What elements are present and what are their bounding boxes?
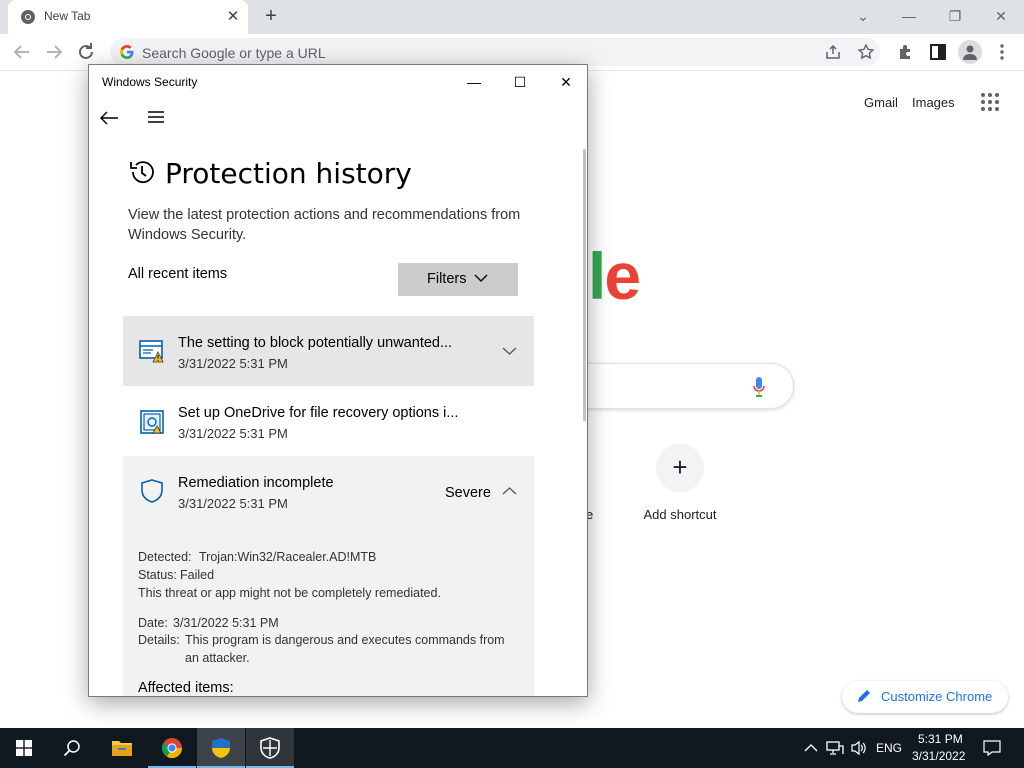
clock-date[interactable]: 3/31/2022 (912, 749, 965, 763)
history-item-pua-setting[interactable]: The setting to block potentially unwante… (123, 316, 534, 386)
language-indicator[interactable]: ENG (876, 741, 902, 755)
history-item-remediation[interactable]: Remediation incomplete 3/31/2022 5:31 PM… (123, 456, 534, 696)
clock-time[interactable]: 5:31 PM (918, 732, 963, 746)
add-shortcut-button[interactable]: + (656, 444, 704, 492)
volume-icon[interactable] (850, 740, 868, 756)
browser-restore-button[interactable]: ❐ (932, 0, 978, 32)
extensions-puzzle-icon[interactable] (894, 40, 918, 64)
google-apps-grid-icon[interactable] (980, 92, 1000, 112)
tab-search-dropdown-icon[interactable]: ⌄ (840, 0, 886, 32)
google-logo-letter-e: e (604, 239, 641, 313)
status-label: Status: (138, 568, 177, 582)
reload-icon[interactable] (74, 40, 98, 64)
ws-maximize-button[interactable]: ☐ (497, 65, 543, 99)
share-icon[interactable] (824, 43, 842, 61)
taskbar-uac-shield[interactable] (197, 728, 245, 768)
details-text-line2: an attacker. (185, 651, 250, 665)
item-title: Remediation incomplete (178, 475, 334, 491)
bookmark-star-icon[interactable] (857, 43, 875, 61)
hamburger-menu-icon[interactable] (147, 109, 165, 125)
taskbar-chrome[interactable] (148, 728, 196, 768)
ransomware-protection-icon (140, 410, 164, 434)
affected-items-label: Affected items: (138, 680, 234, 696)
chrome-favicon-icon (21, 10, 35, 24)
browser-tab[interactable]: New Tab ✕ (8, 0, 248, 34)
date-value: 3/31/2022 5:31 PM (173, 616, 279, 630)
app-browser-warning-icon (139, 340, 164, 363)
item-date: 3/31/2022 5:31 PM (178, 496, 288, 511)
tab-close-icon[interactable]: ✕ (224, 8, 242, 26)
tray-chevron-up-icon[interactable] (804, 742, 818, 754)
filters-label: Filters (427, 271, 467, 287)
uac-shield-icon (212, 738, 230, 758)
customize-chrome-label: Customize Chrome (881, 689, 993, 704)
tab-title: New Tab (44, 9, 91, 23)
chrome-icon (161, 738, 183, 759)
person-icon (963, 45, 977, 60)
item-date: 3/31/2022 5:31 PM (178, 426, 288, 441)
images-link[interactable]: Images (912, 95, 955, 110)
add-shortcut-label[interactable]: Add shortcut (630, 507, 730, 522)
google-logo-fragment: le (588, 238, 641, 314)
remediation-note: This threat or app might not be complete… (138, 586, 441, 600)
browser-minimize-button[interactable]: — (886, 0, 932, 32)
taskbar-windows-security[interactable] (246, 728, 294, 768)
item-title: The setting to block potentially unwante… (178, 335, 453, 351)
back-arrow-icon[interactable] (97, 105, 121, 131)
address-bar-placeholder: Search Google or type a URL (142, 45, 326, 61)
shield-icon (141, 479, 163, 503)
windows-taskbar: ENG 5:31 PM 3/31/2022 (0, 728, 1024, 768)
taskbar-search-button[interactable] (48, 728, 96, 768)
gmail-link[interactable]: Gmail (864, 95, 898, 110)
status-value: Failed (180, 568, 215, 582)
chevron-down-icon[interactable] (502, 346, 517, 356)
date-label: Date: (138, 616, 168, 630)
detected-label: Detected: (138, 550, 192, 564)
windows-logo-icon (16, 740, 32, 756)
windows-security-shield-icon (260, 737, 280, 759)
side-panel-icon[interactable] (926, 40, 950, 64)
item-title: Set up OneDrive for file recovery option… (178, 405, 459, 421)
chrome-menu-icon[interactable] (990, 40, 1014, 64)
page-description: View the latest protection actions and r… (128, 207, 521, 243)
page-title: Protection history (165, 157, 412, 190)
windows-security-window: Windows Security — ☐ ✕ Protection histor… (88, 64, 588, 697)
item-date: 3/31/2022 5:31 PM (178, 356, 288, 371)
scrollbar[interactable] (583, 149, 586, 421)
detected-value: Trojan:Win32/Racealer.AD!MTB (199, 550, 377, 564)
ws-minimize-button[interactable]: — (451, 65, 497, 99)
google-search-box[interactable] (560, 363, 794, 409)
pencil-icon (858, 690, 870, 702)
customize-chrome-button[interactable]: Customize Chrome (842, 681, 1008, 713)
forward-arrow-icon[interactable] (42, 40, 66, 64)
history-item-onedrive[interactable]: Set up OneDrive for file recovery option… (123, 386, 534, 456)
taskbar-file-explorer[interactable] (98, 728, 146, 768)
voice-search-mic-icon[interactable] (752, 376, 766, 398)
details-text-line1: This program is dangerous and executes c… (185, 633, 505, 647)
new-tab-button[interactable]: + (260, 5, 282, 27)
history-clock-icon (130, 161, 154, 184)
notification-center-icon[interactable] (983, 740, 1001, 756)
start-button[interactable] (0, 728, 48, 768)
chevron-up-icon[interactable] (502, 486, 517, 496)
address-bar[interactable]: Search Google or type a URL (110, 38, 880, 66)
filters-button[interactable]: Filters (398, 263, 518, 296)
window-title: Windows Security (102, 75, 198, 89)
google-g-icon (120, 45, 134, 59)
ws-close-button[interactable]: ✕ (543, 65, 587, 99)
profile-avatar[interactable] (958, 40, 982, 64)
browser-tab-strip: New Tab ✕ + ⌄ — ❐ ✕ (0, 0, 1024, 34)
search-icon (63, 740, 80, 757)
google-logo-letter-l: l (588, 239, 606, 313)
back-arrow-icon[interactable] (10, 40, 34, 64)
folder-icon (112, 741, 132, 756)
browser-close-button[interactable]: ✕ (978, 0, 1024, 32)
network-icon[interactable] (826, 740, 844, 756)
severity-badge: Severe (445, 485, 491, 501)
details-label: Details: (138, 633, 180, 647)
chevron-down-icon (474, 274, 488, 282)
recent-items-label: All recent items (128, 266, 228, 282)
